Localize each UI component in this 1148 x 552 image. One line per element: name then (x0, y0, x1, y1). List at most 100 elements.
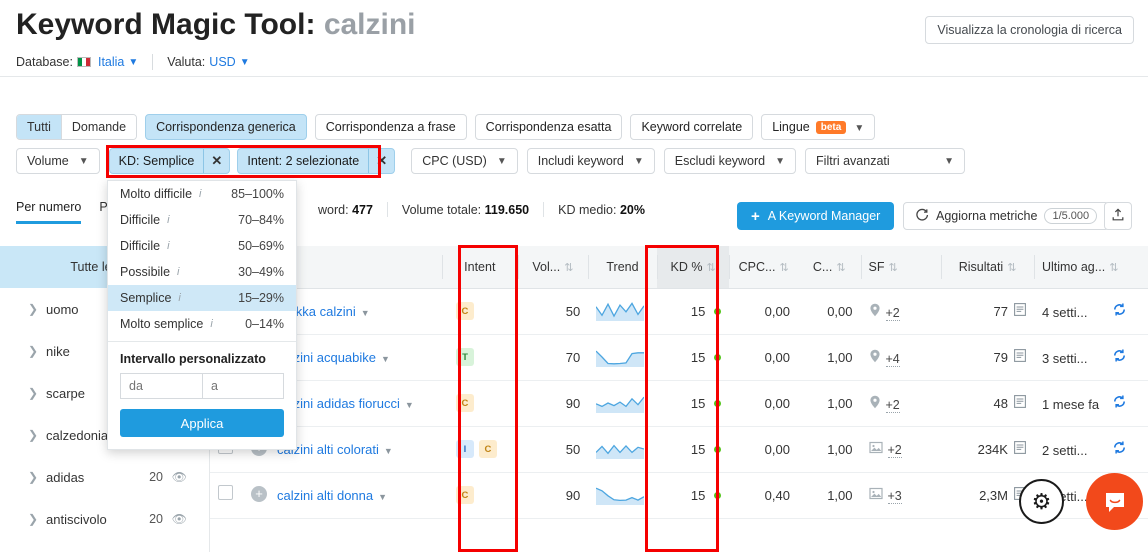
sidebar-item-label: calzedonia (46, 427, 109, 443)
serp-icon[interactable] (1014, 441, 1026, 457)
eye-icon[interactable]: 👁 (172, 470, 187, 484)
refresh-count-badge: 1/5.000 (1044, 208, 1098, 224)
table-row[interactable]: +calzini acquabike▼T70150,001,00+4793 se… (210, 334, 1148, 381)
tab-tutti[interactable]: Tutti (17, 115, 62, 139)
table-row[interactable]: + calzini alti donna ▼ C 90 15 0,40 1,00 +3 2,3M 2… (210, 472, 1148, 519)
chevron-down-icon[interactable]: ▼ (381, 354, 390, 364)
kd-option-5[interactable]: Molto semplice i 0–14% (108, 311, 296, 337)
col-kd[interactable]: KD % ⇅ (656, 246, 730, 289)
database-value[interactable]: Italia (98, 55, 124, 69)
intent-badge-C[interactable]: C (478, 440, 497, 459)
tab-keyword-correlate[interactable]: Keyword correlate (630, 114, 754, 140)
serp-icon[interactable] (1014, 349, 1026, 365)
filter-avanzati[interactable]: Filtri avanzati ▼ (805, 148, 966, 174)
settings-gear-icon[interactable]: ⚙ (1019, 479, 1064, 524)
chip-intent[interactable]: Intent: 2 selezionate ✕ (237, 148, 396, 174)
col-cpc[interactable]: CPC... ⇅ (729, 246, 798, 289)
sf-more-count[interactable]: +2 (885, 397, 900, 413)
refresh-metrics-button[interactable]: Aggiorna metriche 1/5.000 (903, 202, 1110, 230)
location-icon (869, 303, 881, 320)
intent-badge-C[interactable]: C (455, 394, 474, 413)
close-icon[interactable]: ✕ (368, 149, 394, 173)
kd-option-0[interactable]: Molto difficile i 85–100% (108, 181, 296, 207)
sidebar-item-adidas[interactable]: ❯ adidas 20 👁 (0, 456, 209, 498)
tab-lingue[interactable]: Lingue beta ▼ (761, 114, 876, 140)
chevron-down-icon: ▼ (854, 123, 865, 134)
keyword-link[interactable]: calzini alti donna ▼ (277, 488, 387, 503)
col-volume[interactable]: Vol... ⇅ (517, 246, 589, 289)
info-icon[interactable]: i (178, 292, 180, 304)
kd-option-label: Molto difficile (120, 187, 193, 201)
kd-option-2[interactable]: Difficile i 50–69% (108, 233, 296, 259)
table-row[interactable]: +calzini adidas fiorucci▼C90150,001,00+2… (210, 380, 1148, 427)
kd-option-3[interactable]: Possibile i 30–49% (108, 259, 296, 285)
col-ultimo-label: Ultimo ag... (1041, 259, 1106, 274)
row-checkbox[interactable] (218, 485, 233, 501)
currency-value[interactable]: USD (209, 55, 235, 69)
add-to-keyword-manager-button[interactable]: + A Keyword Manager (737, 202, 895, 230)
sf-more-count[interactable]: +2 (887, 443, 902, 458)
chevron-down-icon[interactable]: ▼ (384, 446, 393, 456)
filter-escludi-keyword[interactable]: Escludi keyword ▼ (663, 148, 797, 174)
chevron-down-icon[interactable]: ▼ (405, 400, 414, 410)
tab-corrispondenza-esatta[interactable]: Corrispondenza esatta (474, 114, 623, 140)
col-intent[interactable]: Intent (441, 246, 518, 289)
intent-badge-C[interactable]: C (455, 486, 474, 505)
filter-cpc[interactable]: CPC (USD) ▼ (411, 148, 518, 174)
sync-icon[interactable] (1112, 441, 1127, 458)
serp-icon[interactable] (1014, 395, 1026, 411)
tab-per-numero[interactable]: Per numero (16, 200, 82, 224)
kd-option-4[interactable]: Semplice i 15–29% (108, 285, 296, 311)
search-history-button[interactable]: Visualizza la cronologia di ricerca (925, 16, 1134, 44)
apply-button[interactable]: Applica (120, 409, 284, 437)
export-button[interactable] (1104, 202, 1132, 230)
intent-badge-C[interactable]: C (455, 302, 474, 321)
intent-badge-I[interactable]: I (455, 440, 474, 459)
sidebar-item-antiscivolo[interactable]: ❯ antiscivolo 20 👁 (0, 498, 209, 540)
filter-includi-keyword[interactable]: Includi keyword ▼ (526, 148, 655, 174)
col-sf[interactable]: SF ⇅ (860, 246, 942, 289)
stat-volume-value: 119.650 (484, 202, 530, 217)
sync-icon[interactable] (1112, 303, 1127, 320)
last-update-text: 4 setti... (1041, 305, 1088, 320)
keyword-link[interactable]: calzini adidas fiorucci ▼ (277, 396, 414, 411)
filter-volume[interactable]: Volume ▼ (16, 148, 100, 174)
sf-more-count[interactable]: +4 (885, 351, 900, 367)
serp-icon[interactable] (1014, 303, 1026, 319)
info-icon[interactable]: i (177, 266, 179, 278)
col-com[interactable]: C... ⇅ (797, 246, 861, 289)
kd-option-1[interactable]: Difficile i 70–84% (108, 207, 296, 233)
tab-corrispondenza-a-frase[interactable]: Corrispondenza a frase (314, 114, 467, 140)
filter-cpc-label: CPC (USD) (422, 154, 487, 168)
kd-option-range: 85–100% (231, 187, 284, 201)
cell-cpc: 0,00 (729, 288, 798, 335)
table-row[interactable]: +calzini alti colorati▼IC50150,001,00+22… (210, 426, 1148, 473)
tab-corrispondenza-generica[interactable]: Corrispondenza generica (145, 114, 307, 140)
kd-range-to-input[interactable] (202, 373, 284, 399)
chevron-down-icon[interactable]: ▼ (240, 57, 250, 68)
tab-domande[interactable]: Domande (61, 115, 137, 139)
intent-badge-T[interactable]: T (455, 348, 474, 367)
info-icon[interactable]: i (167, 214, 169, 226)
table-row[interactable]: +brekka calzini▼C50150,000,00+2774 setti… (210, 288, 1148, 335)
sync-icon[interactable] (1112, 395, 1127, 412)
sf-more-count[interactable]: +2 (885, 305, 900, 321)
cell-kd: 15 (656, 380, 730, 427)
sf-more-count[interactable]: +3 (887, 489, 902, 504)
info-icon[interactable]: i (210, 318, 212, 330)
kd-range-from-input[interactable] (120, 373, 202, 399)
add-keyword-icon[interactable]: + (251, 485, 267, 502)
col-risultati[interactable]: Risultati ⇅ (941, 246, 1034, 289)
chip-kd[interactable]: KD: Semplice ✕ (108, 148, 231, 174)
chat-support-button[interactable] (1086, 473, 1143, 530)
col-ultimo-aggiornamento[interactable]: Ultimo ag... ⇅ (1033, 246, 1148, 289)
info-icon[interactable]: i (167, 240, 169, 252)
sync-icon[interactable] (1112, 349, 1127, 366)
info-icon[interactable]: i (199, 188, 201, 200)
chevron-down-icon[interactable]: ▼ (378, 492, 387, 502)
col-trend[interactable]: Trend (588, 246, 657, 289)
chevron-down-icon[interactable]: ▼ (361, 308, 370, 318)
eye-icon[interactable]: 👁 (172, 512, 187, 526)
close-icon[interactable]: ✕ (203, 149, 229, 173)
chevron-down-icon[interactable]: ▼ (128, 57, 138, 68)
